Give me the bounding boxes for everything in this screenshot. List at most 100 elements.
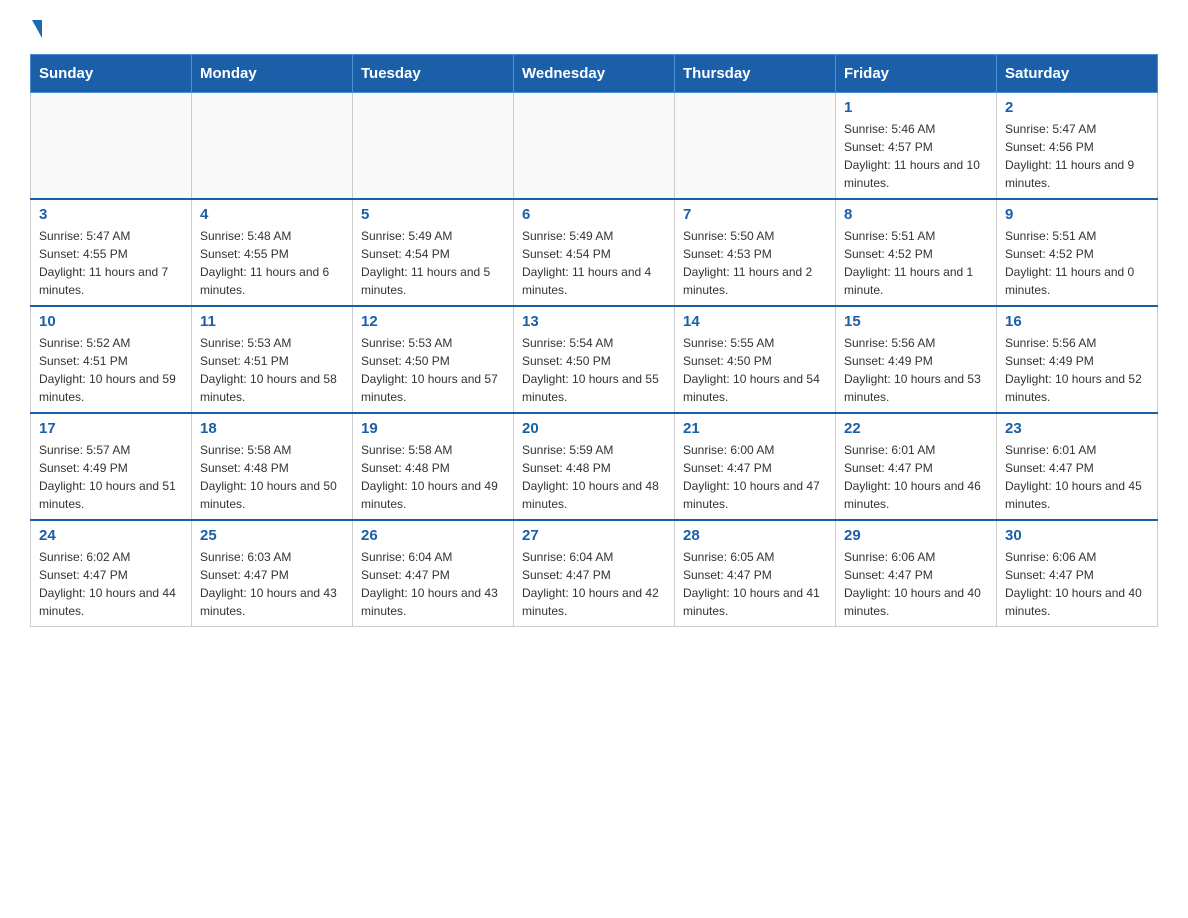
calendar-cell: 23 Sunrise: 6:01 AMSunset: 4:47 PMDayligh…: [997, 413, 1158, 520]
day-info: Sunrise: 5:53 AMSunset: 4:50 PMDaylight:…: [361, 334, 505, 406]
calendar-week-row: 3 Sunrise: 5:47 AMSunset: 4:55 PMDaylight…: [31, 199, 1158, 306]
day-number: 15: [844, 313, 988, 330]
calendar-cell: 29 Sunrise: 6:06 AMSunset: 4:47 PMDayligh…: [836, 520, 997, 627]
calendar-cell: 15 Sunrise: 5:56 AMSunset: 4:49 PMDayligh…: [836, 306, 997, 413]
calendar-cell: 7 Sunrise: 5:50 AMSunset: 4:53 PMDaylight…: [675, 199, 836, 306]
calendar-cell: [514, 93, 675, 200]
logo-triangle-icon: [32, 20, 42, 38]
calendar-cell: 26 Sunrise: 6:04 AMSunset: 4:47 PMDayligh…: [353, 520, 514, 627]
calendar-cell: 3 Sunrise: 5:47 AMSunset: 4:55 PMDaylight…: [31, 199, 192, 306]
day-number: 1: [844, 99, 988, 116]
weekday-header-friday: Friday: [836, 55, 997, 93]
day-number: 29: [844, 527, 988, 544]
calendar-cell: 22 Sunrise: 6:01 AMSunset: 4:47 PMDayligh…: [836, 413, 997, 520]
day-number: 27: [522, 527, 666, 544]
day-info: Sunrise: 6:04 AMSunset: 4:47 PMDaylight:…: [361, 548, 505, 620]
calendar-cell: 18 Sunrise: 5:58 AMSunset: 4:48 PMDayligh…: [192, 413, 353, 520]
day-info: Sunrise: 5:56 AMSunset: 4:49 PMDaylight:…: [844, 334, 988, 406]
day-number: 10: [39, 313, 183, 330]
day-info: Sunrise: 6:01 AMSunset: 4:47 PMDaylight:…: [1005, 441, 1149, 513]
calendar-cell: 5Sunrise: 5:49 AMSunset: 4:54 PMDaylight…: [353, 199, 514, 306]
day-info: Sunrise: 5:47 AMSunset: 4:55 PMDaylight:…: [39, 227, 183, 299]
day-info: Sunrise: 5:58 AMSunset: 4:48 PMDaylight:…: [361, 441, 505, 513]
day-info: Sunrise: 5:59 AMSunset: 4:48 PMDaylight:…: [522, 441, 666, 513]
day-number: 25: [200, 527, 344, 544]
day-number: 26: [361, 527, 505, 544]
day-info: Sunrise: 6:04 AMSunset: 4:47 PMDaylight:…: [522, 548, 666, 620]
calendar-cell: 27 Sunrise: 6:04 AMSunset: 4:47 PMDayligh…: [514, 520, 675, 627]
weekday-header-row: SundayMondayTuesdayWednesdayThursdayFrid…: [31, 55, 1158, 93]
calendar-cell: 12 Sunrise: 5:53 AMSunset: 4:50 PMDayligh…: [353, 306, 514, 413]
weekday-header-monday: Monday: [192, 55, 353, 93]
day-info: Sunrise: 5:51 AMSunset: 4:52 PMDaylight:…: [1005, 227, 1149, 299]
day-info: Sunrise: 5:54 AMSunset: 4:50 PMDaylight:…: [522, 334, 666, 406]
day-number: 20: [522, 420, 666, 437]
day-number: 4: [200, 206, 344, 223]
day-info: Sunrise: 5:48 AMSunset: 4:55 PMDaylight:…: [200, 227, 344, 299]
day-number: 7: [683, 206, 827, 223]
calendar-cell: 6 Sunrise: 5:49 AMSunset: 4:54 PMDaylight…: [514, 199, 675, 306]
calendar-cell: 10 Sunrise: 5:52 AMSunset: 4:51 PMDayligh…: [31, 306, 192, 413]
calendar-cell: 2 Sunrise: 5:47 AMSunset: 4:56 PMDaylight…: [997, 93, 1158, 200]
day-info: Sunrise: 6:03 AMSunset: 4:47 PMDaylight:…: [200, 548, 344, 620]
day-info: Sunrise: 5:52 AMSunset: 4:51 PMDaylight:…: [39, 334, 183, 406]
day-number: 13: [522, 313, 666, 330]
weekday-header-thursday: Thursday: [675, 55, 836, 93]
calendar-cell: 11 Sunrise: 5:53 AMSunset: 4:51 PMDayligh…: [192, 306, 353, 413]
day-number: 9: [1005, 206, 1149, 223]
day-number: 23: [1005, 420, 1149, 437]
calendar-cell: [353, 93, 514, 200]
day-info: Sunrise: 5:58 AMSunset: 4:48 PMDaylight:…: [200, 441, 344, 513]
day-number: 8: [844, 206, 988, 223]
day-info: Sunrise: 6:06 AMSunset: 4:47 PMDaylight:…: [844, 548, 988, 620]
day-number: 18: [200, 420, 344, 437]
day-info: Sunrise: 5:55 AMSunset: 4:50 PMDaylight:…: [683, 334, 827, 406]
calendar-cell: 25 Sunrise: 6:03 AMSunset: 4:47 PMDayligh…: [192, 520, 353, 627]
day-info: Sunrise: 5:46 AMSunset: 4:57 PMDaylight:…: [844, 120, 988, 192]
calendar-cell: 30 Sunrise: 6:06 AMSunset: 4:47 PMDayligh…: [997, 520, 1158, 627]
day-number: 5: [361, 206, 505, 223]
page-header: [30, 20, 1158, 34]
day-number: 16: [1005, 313, 1149, 330]
day-info: Sunrise: 6:05 AMSunset: 4:47 PMDaylight:…: [683, 548, 827, 620]
calendar-cell: 1 Sunrise: 5:46 AMSunset: 4:57 PMDaylight…: [836, 93, 997, 200]
day-number: 12: [361, 313, 505, 330]
calendar-cell: 9 Sunrise: 5:51 AMSunset: 4:52 PMDaylight…: [997, 199, 1158, 306]
calendar-cell: 14 Sunrise: 5:55 AMSunset: 4:50 PMDayligh…: [675, 306, 836, 413]
day-info: Sunrise: 5:53 AMSunset: 4:51 PMDaylight:…: [200, 334, 344, 406]
day-info: Sunrise: 5:56 AMSunset: 4:49 PMDaylight:…: [1005, 334, 1149, 406]
calendar-cell: 21Sunrise: 6:00 AMSunset: 4:47 PMDayligh…: [675, 413, 836, 520]
calendar-cell: 17Sunrise: 5:57 AMSunset: 4:49 PMDayligh…: [31, 413, 192, 520]
day-number: 2: [1005, 99, 1149, 116]
weekday-header-wednesday: Wednesday: [514, 55, 675, 93]
calendar-week-row: 24Sunrise: 6:02 AMSunset: 4:47 PMDayligh…: [31, 520, 1158, 627]
calendar-cell: 19Sunrise: 5:58 AMSunset: 4:48 PMDayligh…: [353, 413, 514, 520]
day-number: 28: [683, 527, 827, 544]
day-info: Sunrise: 5:50 AMSunset: 4:53 PMDaylight:…: [683, 227, 827, 299]
day-number: 6: [522, 206, 666, 223]
calendar-cell: [192, 93, 353, 200]
logo: [30, 20, 42, 34]
calendar-cell: 28 Sunrise: 6:05 AMSunset: 4:47 PMDayligh…: [675, 520, 836, 627]
calendar-cell: 20 Sunrise: 5:59 AMSunset: 4:48 PMDayligh…: [514, 413, 675, 520]
day-number: 22: [844, 420, 988, 437]
weekday-header-saturday: Saturday: [997, 55, 1158, 93]
calendar-cell: 13 Sunrise: 5:54 AMSunset: 4:50 PMDayligh…: [514, 306, 675, 413]
calendar-week-row: 17Sunrise: 5:57 AMSunset: 4:49 PMDayligh…: [31, 413, 1158, 520]
day-number: 21: [683, 420, 827, 437]
day-info: Sunrise: 6:02 AMSunset: 4:47 PMDaylight:…: [39, 548, 183, 620]
day-number: 3: [39, 206, 183, 223]
day-info: Sunrise: 5:49 AMSunset: 4:54 PMDaylight:…: [522, 227, 666, 299]
weekday-header-tuesday: Tuesday: [353, 55, 514, 93]
day-info: Sunrise: 5:51 AMSunset: 4:52 PMDaylight:…: [844, 227, 988, 299]
day-number: 11: [200, 313, 344, 330]
day-number: 30: [1005, 527, 1149, 544]
calendar-cell: 24Sunrise: 6:02 AMSunset: 4:47 PMDayligh…: [31, 520, 192, 627]
day-info: Sunrise: 6:06 AMSunset: 4:47 PMDaylight:…: [1005, 548, 1149, 620]
calendar-week-row: 10 Sunrise: 5:52 AMSunset: 4:51 PMDayligh…: [31, 306, 1158, 413]
day-info: Sunrise: 5:47 AMSunset: 4:56 PMDaylight:…: [1005, 120, 1149, 192]
day-number: 17: [39, 420, 183, 437]
calendar-table: SundayMondayTuesdayWednesdayThursdayFrid…: [30, 54, 1158, 627]
day-number: 14: [683, 313, 827, 330]
day-info: Sunrise: 6:01 AMSunset: 4:47 PMDaylight:…: [844, 441, 988, 513]
